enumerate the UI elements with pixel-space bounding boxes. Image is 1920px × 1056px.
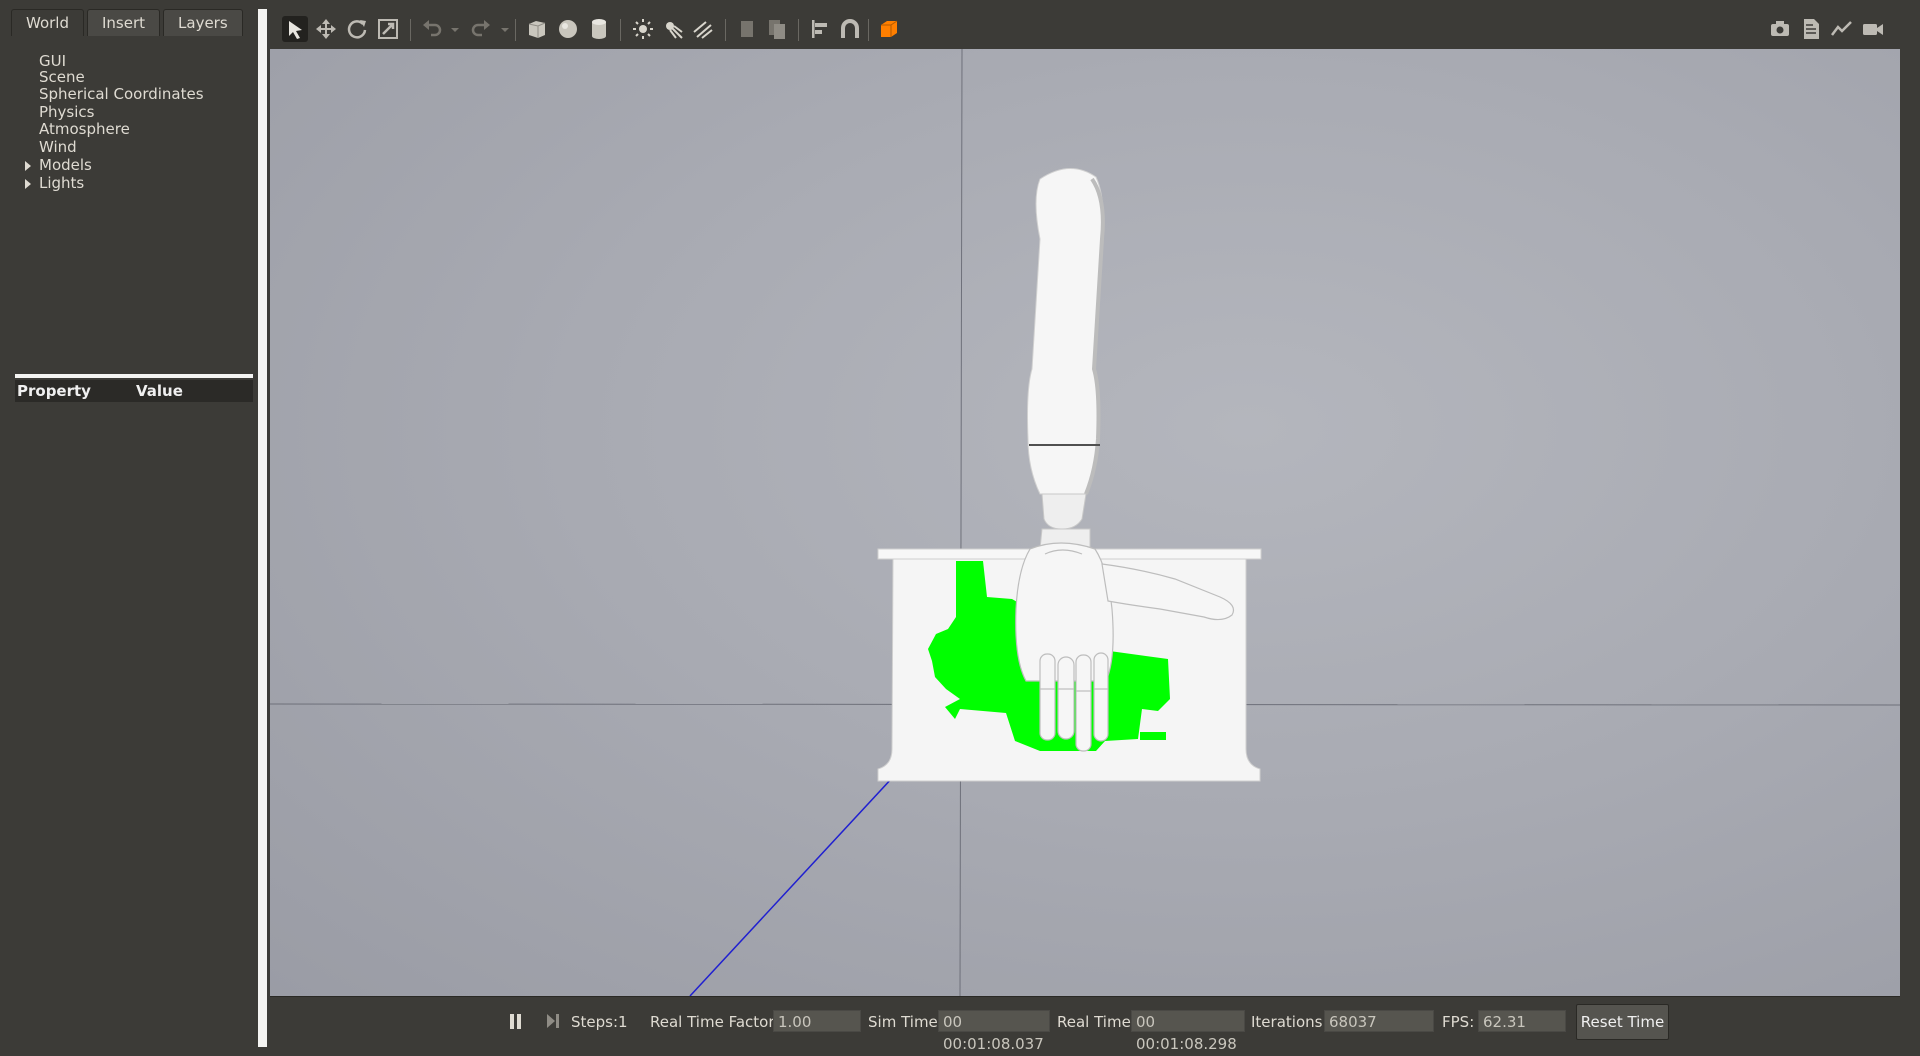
steps-label: Steps: [571, 1013, 619, 1031]
scale-icon[interactable] [375, 16, 401, 42]
bottom-status-bar: Steps: 1 Real Time Factor: 1.00 Sim Time… [270, 996, 1900, 1053]
grid-line-vertical [959, 49, 963, 996]
left-panel-splitter[interactable] [258, 9, 267, 1047]
tree-item-label: Physics [39, 103, 95, 121]
tab-layers[interactable]: Layers [163, 9, 243, 36]
tree-item-label: Lights [39, 174, 85, 192]
align-icon[interactable] [807, 16, 833, 42]
toolbar [270, 9, 1900, 50]
toolbar-separator [798, 19, 799, 41]
fps-label: FPS: [1442, 1013, 1475, 1031]
value-column-header: Value [136, 382, 183, 400]
property-column-header: Property [17, 382, 91, 400]
panel-splitter-handle[interactable] [15, 374, 253, 378]
toolbar-separator [725, 19, 726, 41]
iterations-field: 68037 [1324, 1010, 1434, 1032]
plot-icon[interactable] [1829, 16, 1855, 42]
toolbar-separator [410, 19, 411, 41]
expand-arrow-icon[interactable] [25, 179, 31, 189]
point-light-icon[interactable] [630, 16, 656, 42]
fps-field: 62.31 [1478, 1010, 1566, 1032]
sphere-shape-icon[interactable] [555, 16, 581, 42]
tree-item-atmosphere[interactable]: Atmosphere [39, 120, 130, 139]
toolbar-separator [868, 19, 869, 41]
view-angle-icon[interactable] [876, 16, 902, 42]
tree-item-label: Wind [39, 138, 77, 156]
sim-time-field: 00 00:01:08.037 [938, 1010, 1050, 1053]
tree-item-spherical-coordinates[interactable]: Spherical Coordinates [39, 85, 204, 104]
real-time-factor-field: 1.00 [773, 1010, 861, 1032]
steps-value[interactable]: 1 [618, 1013, 628, 1031]
translate-icon[interactable] [313, 16, 339, 42]
robot-arm-model [1027, 168, 1105, 550]
dropdown-icon[interactable] [442, 16, 459, 42]
3d-viewport[interactable] [270, 49, 1900, 996]
redo-icon[interactable] [468, 16, 494, 42]
tab-world[interactable]: World [11, 9, 84, 36]
reset-time-button[interactable]: Reset Time [1576, 1004, 1669, 1040]
sim-time-label: Sim Time: [868, 1013, 943, 1031]
real-time-label: Real Time: [1057, 1013, 1136, 1031]
tree-item-label: Atmosphere [39, 120, 130, 138]
paste-icon[interactable] [764, 16, 790, 42]
tree-item-label: Scene [39, 68, 85, 86]
left-panel: World Insert Layers GUI Scene Spherical … [9, 9, 260, 1045]
panel-tabs: World Insert Layers [11, 9, 246, 37]
iterations-label: Iterations: [1251, 1013, 1328, 1031]
pause-icon[interactable] [507, 1011, 525, 1031]
tab-insert[interactable]: Insert [87, 9, 161, 36]
select-arrow-icon[interactable] [282, 16, 308, 42]
expand-arrow-icon[interactable] [25, 161, 31, 171]
tree-item-label: Spherical Coordinates [39, 85, 204, 103]
dropdown-icon[interactable] [492, 16, 509, 42]
scene-render [270, 49, 1900, 996]
step-icon[interactable] [544, 1011, 562, 1031]
rotate-icon[interactable] [344, 16, 370, 42]
directional-light-icon[interactable] [690, 16, 716, 42]
real-time-factor-label: Real Time Factor: [650, 1013, 780, 1031]
real-time-field: 00 00:01:08.298 [1131, 1010, 1245, 1053]
box-shape-icon[interactable] [524, 16, 550, 42]
toolbar-separator [620, 19, 621, 41]
tree-item-lights[interactable]: Lights [25, 174, 85, 193]
copy-icon[interactable] [734, 16, 760, 42]
screenshot-camera-icon[interactable] [1767, 16, 1793, 42]
tree-item-wind[interactable]: Wind [39, 138, 77, 157]
world-tree: GUI Scene Spherical Coordinates Physics … [9, 42, 260, 372]
cylinder-shape-icon[interactable] [586, 16, 612, 42]
snap-magnet-icon[interactable] [837, 16, 863, 42]
log-icon[interactable] [1798, 16, 1824, 42]
toolbar-separator [515, 19, 516, 41]
tree-item-models[interactable]: Models [25, 156, 92, 175]
spot-light-icon[interactable] [660, 16, 686, 42]
tree-item-label: Models [39, 156, 92, 174]
video-record-icon[interactable] [1860, 16, 1886, 42]
property-table-header: Property Value [15, 380, 253, 402]
